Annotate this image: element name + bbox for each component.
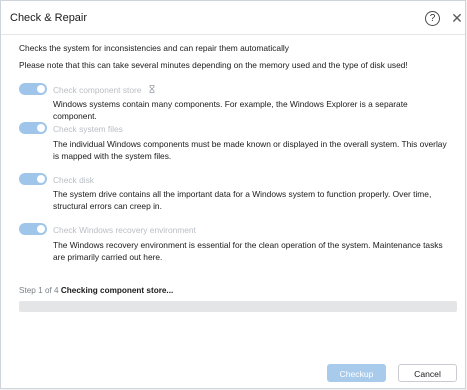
title-bar: Check & Repair ? ✕ <box>1 1 465 35</box>
window-title: Check & Repair <box>10 12 88 24</box>
check-component-store-description: Windows systems contain many components.… <box>53 99 408 121</box>
toggle-knob <box>37 85 45 93</box>
check-repair-dialog: Check & Repair ? ✕ Checks the system for… <box>0 0 466 389</box>
intro-text-line-2: Please note that this can take several m… <box>19 60 408 70</box>
help-icon[interactable]: ? <box>425 11 440 26</box>
step-counter: Step 1 of 4 <box>19 286 59 295</box>
hourglass-icon <box>149 85 155 93</box>
toggle-check-windows-recovery-environment[interactable] <box>19 223 47 235</box>
check-system-files-label: Check system files <box>53 124 123 134</box>
toggle-knob <box>37 175 45 183</box>
close-icon[interactable]: ✕ <box>450 10 464 26</box>
cancel-button[interactable]: Cancel <box>398 364 457 382</box>
intro-text-line-1: Checks the system for inconsistencies an… <box>19 43 289 53</box>
check-windows-recovery-environment-description: The Windows recovery environment is esse… <box>53 240 443 262</box>
check-system-files-description: The individual Windows components must b… <box>53 139 447 161</box>
toggle-knob <box>37 225 45 233</box>
toggle-check-system-files[interactable] <box>19 122 47 134</box>
toggle-check-disk[interactable] <box>19 173 47 185</box>
progress-bar <box>19 301 457 312</box>
check-disk-label: Check disk <box>53 175 94 185</box>
check-component-store-label: Check component store <box>53 85 142 95</box>
checkup-button[interactable]: Checkup <box>327 364 386 382</box>
step-description: Checking component store... <box>60 286 174 295</box>
toggle-knob <box>37 124 45 132</box>
step-status: Step 1 of 4 Checking component store... <box>19 286 173 295</box>
check-windows-recovery-environment-label: Check Windows recovery environment <box>53 225 196 235</box>
toggle-check-component-store[interactable] <box>19 83 47 95</box>
check-disk-description: The system drive contains all the import… <box>53 189 432 211</box>
